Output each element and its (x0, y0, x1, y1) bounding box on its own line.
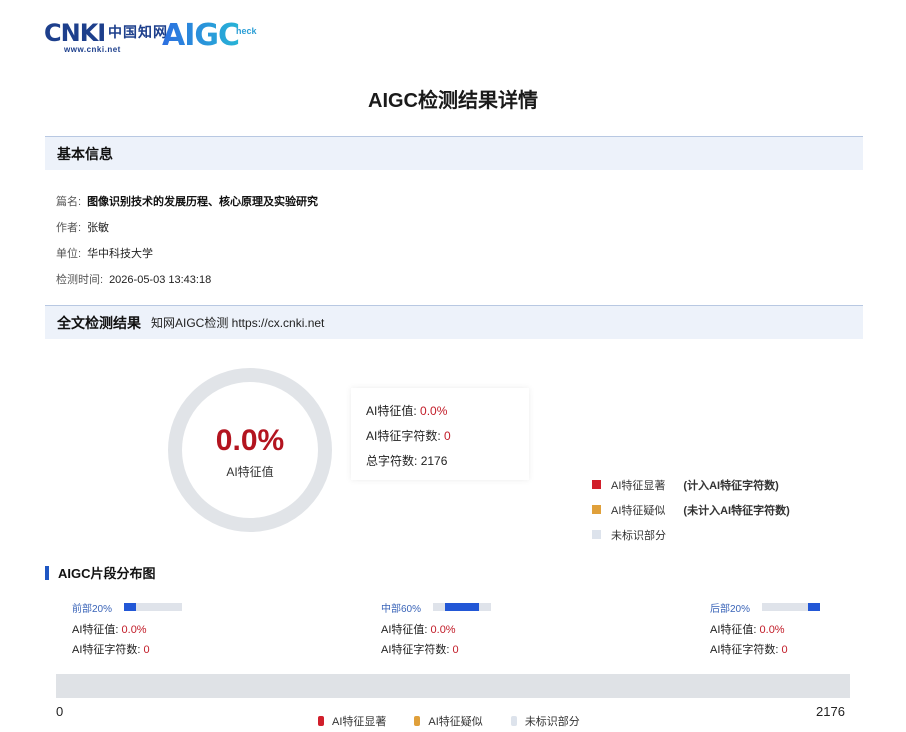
segment-ai-chars-number: 0 (452, 644, 459, 656)
legend-item-suspected: AI特征疑似 (未计入AI特征字符数) (592, 497, 790, 522)
ai-value-percentage: 0.0% (215, 424, 285, 457)
stat-label: 总字符数: (366, 454, 418, 468)
info-value: 张敏 (87, 222, 110, 234)
segment-ai-value-number: 0.0% (759, 624, 785, 636)
stat-label: AI特征字符数: (366, 429, 441, 443)
segment-ai-chars-number: 0 (781, 644, 788, 656)
segment-ai-chars-label: AI特征字符数: (710, 644, 779, 656)
segment-ai-value-label: AI特征值: (381, 624, 428, 636)
distribution-title: AIGC片段分布图 (45, 563, 156, 582)
segment-back: 后部20% AI特征值: 0.0% AI特征字符数: 0 (710, 601, 900, 656)
segment-ai-chars-number: 0 (143, 644, 150, 656)
legend-swatch-red (592, 480, 601, 489)
info-row-check-time: 检测时间: 2026-05-03 13:43:18 (56, 271, 211, 287)
cnki-logo-mark: CNKI (44, 19, 106, 47)
aigc-logo-check: heck (236, 26, 257, 36)
full-result-subtitle: 知网AIGC检测 https://cx.cnki.net (151, 316, 325, 330)
stat-ai-value: AI特征值: 0.0% (366, 402, 529, 427)
segment-ai-value: AI特征值: 0.0% (381, 621, 571, 636)
info-row-author: 作者: 张敏 (56, 219, 109, 235)
info-value: 图像识别技术的发展历程、核心原理及实验研究 (87, 196, 319, 208)
legend-label: 未标识部分 (524, 716, 580, 728)
stat-value: 0 (444, 429, 451, 443)
legend-swatch-orange (592, 505, 601, 514)
info-row-unit: 单位: 华中科技大学 (56, 245, 153, 261)
ai-value-label: AI特征值 (226, 465, 274, 479)
segment-ai-chars-label: AI特征字符数: (381, 644, 450, 656)
info-value: 2026-05-03 13:43:18 (109, 274, 212, 286)
cnki-logo-url: www.cnki.net (64, 45, 121, 54)
full-result-header: 全文检测结果 知网AIGC检测 https://cx.cnki.net (45, 305, 863, 339)
info-label: 检测时间: (56, 274, 104, 286)
stat-label: AI特征值: (366, 404, 417, 418)
axis-end-label: 2176 (816, 704, 845, 719)
basic-info-title: 基本信息 (57, 145, 113, 162)
info-label: 作者: (56, 222, 82, 234)
legend-swatch-red (318, 716, 324, 726)
title-accent-bar (45, 565, 49, 580)
segment-ai-chars: AI特征字符数: 0 (381, 641, 571, 656)
basic-info-header: 基本信息 (45, 136, 863, 170)
legend-item-suspected: AI特征疑似 (414, 713, 483, 729)
legend-item-unmarked: 未标识部分 (592, 522, 790, 547)
stat-value: 2176 (420, 454, 448, 468)
legend-label: AI特征显著 (332, 716, 387, 728)
legend-item-significant: AI特征显著 (计入AI特征字符数) (592, 472, 790, 497)
distribution-title-text: AIGC片段分布图 (58, 566, 156, 581)
legend-label: 未标识部分 (611, 529, 666, 542)
segment-ai-chars: AI特征字符数: 0 (710, 641, 900, 656)
legend-swatch-gray (510, 716, 517, 726)
segment-ai-value-number: 0.0% (430, 624, 456, 636)
stat-total-chars: 总字符数: 2176 (366, 452, 529, 477)
segment-position-fill (808, 603, 820, 611)
cnki-aigc-logo: CNKI 中国知网 www.cnki.net AIGC heck (44, 16, 264, 54)
axis-start-label: 0 (56, 704, 64, 719)
segment-name: 中部60% (381, 603, 422, 615)
full-text-distribution-bar (56, 674, 850, 698)
legend-label: AI特征疑似 (611, 504, 666, 517)
segment-position-bar (433, 603, 491, 611)
legend-label: AI特征显著 (611, 479, 666, 492)
aigc-logo-mark: AIGC (162, 18, 240, 53)
legend-note: (计入AI特征字符数) (683, 479, 779, 492)
segment-ai-value: AI特征值: 0.0% (710, 621, 900, 636)
legend-swatch-gray (592, 530, 601, 539)
segment-ai-chars-label: AI特征字符数: (72, 644, 141, 656)
stat-value: 0.0% (420, 404, 448, 418)
report-title: AIGC检测结果详情 (368, 90, 538, 112)
segment-position-fill (124, 603, 136, 611)
legend-label: AI特征疑似 (428, 716, 483, 728)
cnki-logo-chinese: 中国知网 (108, 25, 168, 41)
stat-ai-chars: AI特征字符数: 0 (366, 427, 529, 452)
segment-name: 前部20% (72, 603, 113, 615)
segment-position-fill (444, 603, 480, 611)
legend-item-significant: AI特征显著 (318, 713, 386, 729)
segment-ai-value: AI特征值: 0.0% (72, 621, 262, 636)
info-label: 单位: (56, 248, 82, 260)
legend-swatch-orange (414, 716, 421, 726)
segment-ai-value-label: AI特征值: (72, 624, 119, 636)
info-row-title: 篇名: 图像识别技术的发展历程、核心原理及实验研究 (56, 193, 318, 209)
legend-item-unmarked: 未标识部分 (510, 713, 580, 729)
legend-note: (未计入AI特征字符数) (683, 504, 790, 517)
segment-middle: 中部60% AI特征值: 0.0% AI特征字符数: 0 (381, 601, 571, 656)
segment-front: 前部20% AI特征值: 0.0% AI特征字符数: 0 (72, 601, 262, 656)
result-legend: AI特征显著 (计入AI特征字符数) AI特征疑似 (未计入AI特征字符数) 未… (592, 472, 790, 547)
segment-position-bar (124, 603, 182, 611)
segment-name: 后部20% (710, 603, 751, 615)
info-label: 篇名: (56, 196, 82, 208)
info-value: 华中科技大学 (87, 248, 154, 260)
segment-ai-chars: AI特征字符数: 0 (72, 641, 262, 656)
full-result-title: 全文检测结果 (57, 314, 141, 331)
segment-ai-value-number: 0.0% (121, 624, 147, 636)
segment-ai-value-label: AI特征值: (710, 624, 757, 636)
stats-panel: AI特征值: 0.0% AI特征字符数: 0 总字符数: 2176 (351, 388, 529, 480)
distribution-legend: AI特征显著 AI特征疑似 未标识部分 (318, 713, 608, 729)
segment-position-bar (762, 603, 820, 611)
